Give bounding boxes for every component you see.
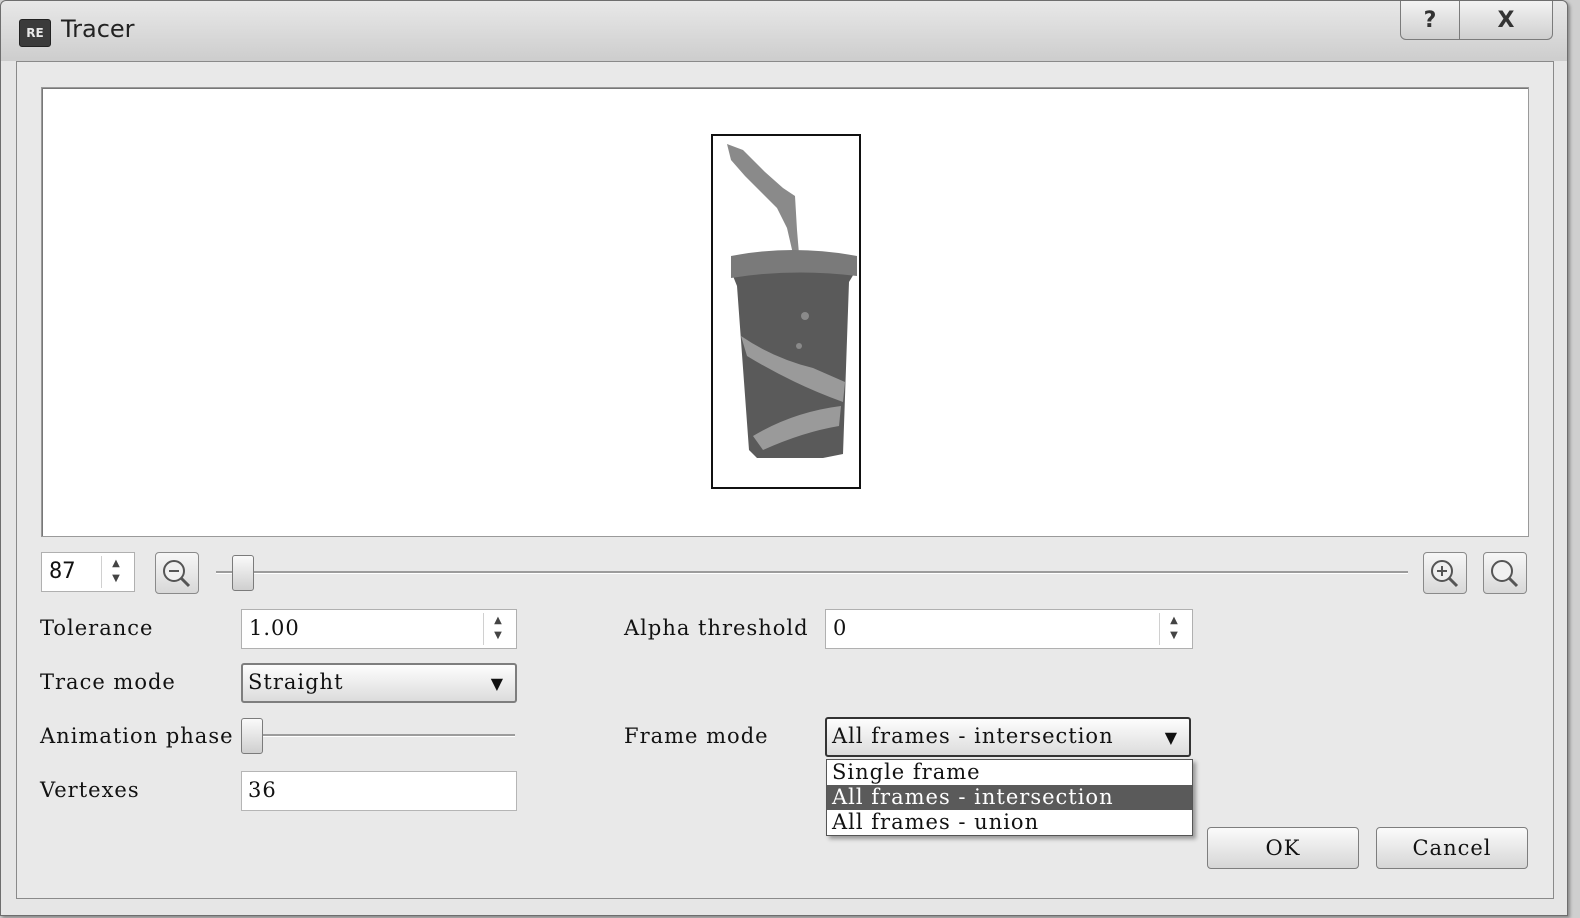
alpha-threshold-spinbox[interactable]: 0 ▲ ▼ [825,609,1193,649]
chevron-down-icon: ▼ [490,674,503,693]
frame-mode-select[interactable]: All frames - intersection ▼ [825,717,1191,757]
animation-phase-handle[interactable] [241,718,263,754]
spin-down-icon[interactable]: ▼ [484,628,512,643]
frame-mode-dropdown-list: Single frame All frames - intersection A… [826,759,1193,836]
frame-mode-value: All frames - intersection [832,724,1114,748]
cup-sprite-image [727,144,857,458]
zoom-spinbox[interactable]: 87 ▲ ▼ [41,552,135,592]
tolerance-value: 1.00 [249,616,300,640]
spin-up-icon[interactable]: ▲ [102,556,130,571]
zoom-spin-arrows[interactable]: ▲ ▼ [101,556,130,588]
cancel-button[interactable]: Cancel [1376,827,1528,869]
dropdown-option[interactable]: Single frame [827,760,1192,785]
zoom-in-button[interactable] [1423,552,1467,594]
animation-phase-label: Animation phase [40,724,234,748]
trace-mode-label: Trace mode [40,670,176,694]
tracer-dialog: RE Tracer ? X 87 ▲ ▼ Tolerance 1.00 ▲ ▼ … [0,0,1568,916]
title-bar[interactable]: RE Tracer ? X [1,1,1567,61]
vertexes-value: 36 [248,778,277,802]
tolerance-label: Tolerance [40,616,154,640]
spin-down-icon[interactable]: ▼ [1160,628,1188,643]
zoom-fit-button[interactable] [1483,552,1527,594]
spin-up-icon[interactable]: ▲ [1160,613,1188,628]
zoom-slider-handle[interactable] [232,555,254,591]
ok-button[interactable]: OK [1207,827,1359,869]
trace-mode-value: Straight [248,670,344,694]
zoom-slider-track[interactable] [216,571,1408,574]
dialog-body: 87 ▲ ▼ Tolerance 1.00 ▲ ▼ Alpha threshol… [16,61,1554,899]
caption-buttons: ? X [1400,1,1553,41]
app-icon: RE [19,19,51,47]
zoom-out-icon [163,560,191,588]
dropdown-option[interactable]: All frames - union [827,810,1192,835]
trace-preview-canvas[interactable] [41,87,1529,537]
window-title: Tracer [61,15,135,43]
spin-down-icon[interactable]: ▼ [102,571,130,586]
alpha-spin-arrows[interactable]: ▲ ▼ [1159,613,1188,645]
alpha-threshold-label: Alpha threshold [624,616,809,640]
zoom-in-icon [1431,560,1459,588]
sprite-bounding-box [711,134,861,489]
dropdown-option[interactable]: All frames - intersection [827,785,1192,810]
close-button[interactable]: X [1460,1,1553,40]
chevron-down-icon: ▼ [1164,728,1177,747]
zoom-row: 87 ▲ ▼ [41,552,1527,598]
vertexes-label: Vertexes [40,778,140,802]
tolerance-spin-arrows[interactable]: ▲ ▼ [483,613,512,645]
zoom-out-button[interactable] [155,552,199,594]
zoom-fit-icon [1491,560,1519,588]
help-button[interactable]: ? [1400,1,1460,40]
trace-mode-select[interactable]: Straight ▼ [241,663,517,703]
animation-phase-track[interactable] [241,734,515,737]
vertexes-field[interactable]: 36 [241,771,517,811]
spin-up-icon[interactable]: ▲ [484,613,512,628]
zoom-value: 87 [49,559,76,584]
tolerance-spinbox[interactable]: 1.00 ▲ ▼ [241,609,517,649]
alpha-threshold-value: 0 [833,616,848,640]
frame-mode-label: Frame mode [624,724,769,748]
